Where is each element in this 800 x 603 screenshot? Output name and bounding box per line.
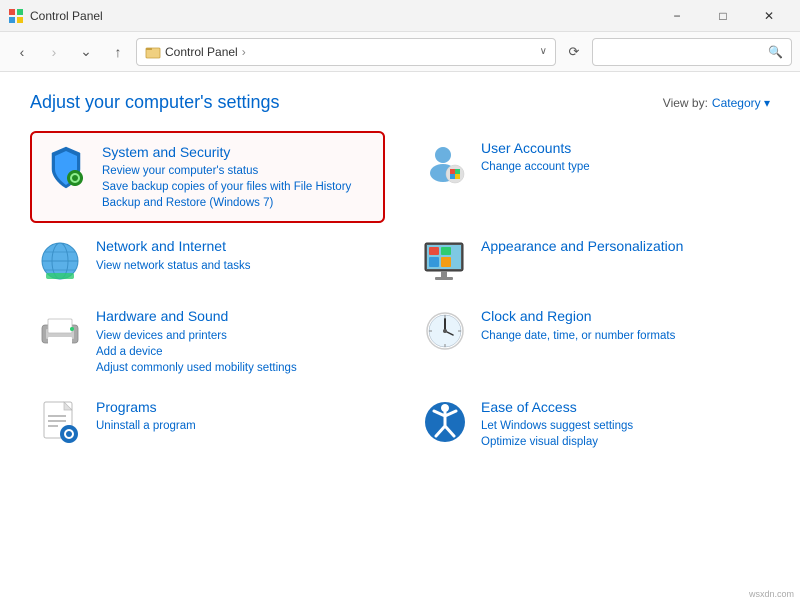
category-ease-access[interactable]: Ease of Access Let Windows suggest setti…	[415, 390, 770, 458]
view-by: View by: Category ▾	[663, 96, 770, 110]
hardware-sound-icon	[36, 307, 84, 355]
recent-locations-button[interactable]: ⌄	[72, 38, 100, 66]
category-user-accounts[interactable]: User Accounts Change account type	[415, 131, 770, 223]
content-area: Adjust your computer's settings View by:…	[0, 72, 800, 603]
appearance-title[interactable]: Appearance and Personalization	[481, 237, 764, 255]
network-icon	[36, 237, 84, 285]
page-title: Adjust your computer's settings	[30, 92, 280, 113]
user-accounts-title[interactable]: User Accounts	[481, 139, 764, 157]
programs-content: Programs Uninstall a program	[96, 398, 379, 434]
title-bar: Control Panel − □ ✕	[0, 0, 800, 32]
ease-access-link-1[interactable]: Optimize visual display	[481, 434, 764, 450]
network-internet-title[interactable]: Network and Internet	[96, 237, 379, 255]
hardware-sound-title[interactable]: Hardware and Sound	[96, 307, 379, 325]
category-clock-region[interactable]: Clock and Region Change date, time, or n…	[415, 299, 770, 383]
system-security-link-0[interactable]: Review your computer's status	[102, 163, 373, 179]
programs-icon	[36, 398, 84, 446]
title-bar-text: Control Panel	[30, 9, 654, 23]
category-network-internet[interactable]: Network and Internet View network status…	[30, 229, 385, 293]
hardware-sound-content: Hardware and Sound View devices and prin…	[96, 307, 379, 375]
category-programs[interactable]: Programs Uninstall a program	[30, 390, 385, 458]
address-path: Control Panel ›	[145, 44, 536, 60]
maximize-button[interactable]: □	[700, 0, 746, 32]
ease-access-title[interactable]: Ease of Access	[481, 398, 764, 416]
clock-region-title[interactable]: Clock and Region	[481, 307, 764, 325]
category-hardware-sound[interactable]: Hardware and Sound View devices and prin…	[30, 299, 385, 383]
clock-region-icon	[421, 307, 469, 355]
system-security-title[interactable]: System and Security	[102, 143, 373, 161]
title-bar-buttons: − □ ✕	[654, 0, 792, 32]
ease-access-icon	[421, 398, 469, 446]
up-button[interactable]: ↑	[104, 38, 132, 66]
system-security-content: System and Security Review your computer…	[102, 143, 373, 211]
watermark: wsxdn.com	[749, 589, 794, 599]
search-icon: 🔍	[768, 45, 783, 59]
ease-access-content: Ease of Access Let Windows suggest setti…	[481, 398, 764, 450]
app-icon	[8, 8, 24, 24]
user-accounts-icon	[421, 139, 469, 187]
view-by-label: View by:	[663, 96, 708, 110]
path-icon	[145, 44, 161, 60]
hardware-sound-link-1[interactable]: Add a device	[96, 344, 379, 360]
system-security-link-2[interactable]: Backup and Restore (Windows 7)	[102, 195, 373, 211]
back-button[interactable]: ‹	[8, 38, 36, 66]
programs-link-0[interactable]: Uninstall a program	[96, 418, 379, 434]
close-button[interactable]: ✕	[746, 0, 792, 32]
view-by-dropdown[interactable]: Category ▾	[712, 96, 770, 110]
hardware-sound-link-0[interactable]: View devices and printers	[96, 328, 379, 344]
search-box[interactable]: 🔍	[592, 38, 792, 66]
system-security-link-1[interactable]: Save backup copies of your files with Fi…	[102, 179, 373, 195]
system-security-icon	[42, 143, 90, 191]
category-system-security[interactable]: System and Security Review your computer…	[30, 131, 385, 223]
address-field[interactable]: Control Panel › ∨	[136, 38, 556, 66]
address-dropdown-button[interactable]: ∨	[540, 46, 547, 57]
network-internet-content: Network and Internet View network status…	[96, 237, 379, 273]
ease-access-link-0[interactable]: Let Windows suggest settings	[481, 418, 764, 434]
clock-region-content: Clock and Region Change date, time, or n…	[481, 307, 764, 343]
hardware-sound-link-2[interactable]: Adjust commonly used mobility settings	[96, 360, 379, 376]
clock-region-link-0[interactable]: Change date, time, or number formats	[481, 328, 764, 344]
refresh-button[interactable]: ⟳	[560, 38, 588, 66]
user-accounts-link-0[interactable]: Change account type	[481, 159, 764, 175]
path-separator: ›	[242, 45, 246, 59]
network-internet-link-0[interactable]: View network status and tasks	[96, 258, 379, 274]
address-bar: ‹ › ⌄ ↑ Control Panel › ∨ ⟳ 🔍	[0, 32, 800, 72]
search-input[interactable]	[601, 45, 762, 59]
minimize-button[interactable]: −	[654, 0, 700, 32]
page-header: Adjust your computer's settings View by:…	[30, 92, 770, 113]
appearance-icon	[421, 237, 469, 285]
user-accounts-content: User Accounts Change account type	[481, 139, 764, 175]
path-text: Control Panel	[165, 45, 238, 59]
appearance-content: Appearance and Personalization	[481, 237, 764, 257]
programs-title[interactable]: Programs	[96, 398, 379, 416]
categories-grid: System and Security Review your computer…	[30, 131, 770, 458]
forward-button[interactable]: ›	[40, 38, 68, 66]
category-appearance[interactable]: Appearance and Personalization	[415, 229, 770, 293]
